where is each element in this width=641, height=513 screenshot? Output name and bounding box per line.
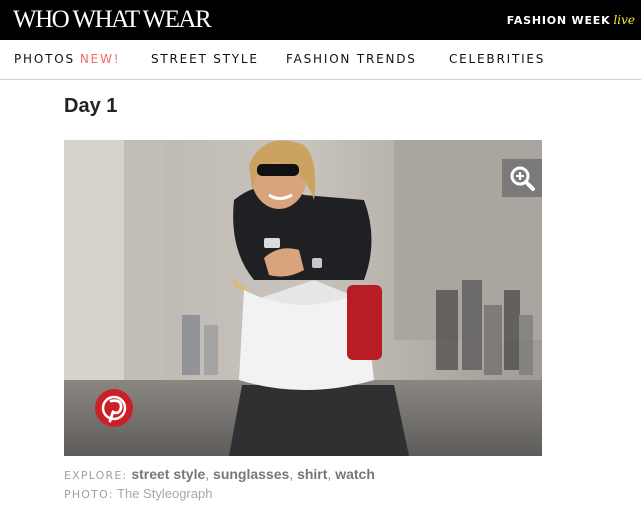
main-nav: PHOTOS NEW! STREET STYLE FASHION TRENDS C… bbox=[0, 40, 641, 80]
tag-link[interactable]: shirt bbox=[297, 466, 327, 482]
credit-label: PHOTO: bbox=[64, 488, 114, 501]
page-title: Day 1 bbox=[64, 95, 118, 117]
top-bar: WHO WHAT WEAR FASHION WEEK live bbox=[0, 0, 641, 40]
zoom-in-icon bbox=[510, 166, 535, 191]
nav-item-label: PHOTOS bbox=[14, 52, 75, 66]
fashion-week-label: FASHION WEEK bbox=[506, 14, 611, 27]
street-style-photo[interactable] bbox=[64, 140, 542, 456]
nav-item-fashion-trends[interactable]: FASHION TRENDS bbox=[286, 52, 417, 66]
new-badge: NEW! bbox=[79, 52, 121, 66]
tag-link[interactable]: sunglasses bbox=[213, 466, 289, 482]
pinterest-icon bbox=[101, 395, 127, 423]
explore-tags: EXPLORE: street style, sunglasses, shirt… bbox=[64, 466, 375, 482]
photo-illustration bbox=[64, 140, 542, 456]
nav-item-photos[interactable]: PHOTOS NEW! bbox=[14, 52, 120, 66]
tag-link[interactable]: watch bbox=[335, 466, 375, 482]
photo-credit: PHOTO: The Styleograph bbox=[64, 486, 212, 501]
credit-value: The Styleograph bbox=[117, 486, 213, 501]
pinterest-button[interactable] bbox=[95, 389, 133, 427]
live-label: live bbox=[613, 13, 635, 27]
zoom-button[interactable] bbox=[502, 159, 542, 197]
site-logo[interactable]: WHO WHAT WEAR bbox=[13, 5, 212, 35]
tag-link[interactable]: street style bbox=[131, 466, 205, 482]
explore-label: EXPLORE: bbox=[64, 469, 128, 482]
nav-item-celebrities[interactable]: CELEBRITIES bbox=[449, 52, 545, 66]
fashion-week-live-link[interactable]: FASHION WEEK live bbox=[507, 13, 635, 27]
nav-item-street-style[interactable]: STREET STYLE bbox=[151, 52, 259, 66]
